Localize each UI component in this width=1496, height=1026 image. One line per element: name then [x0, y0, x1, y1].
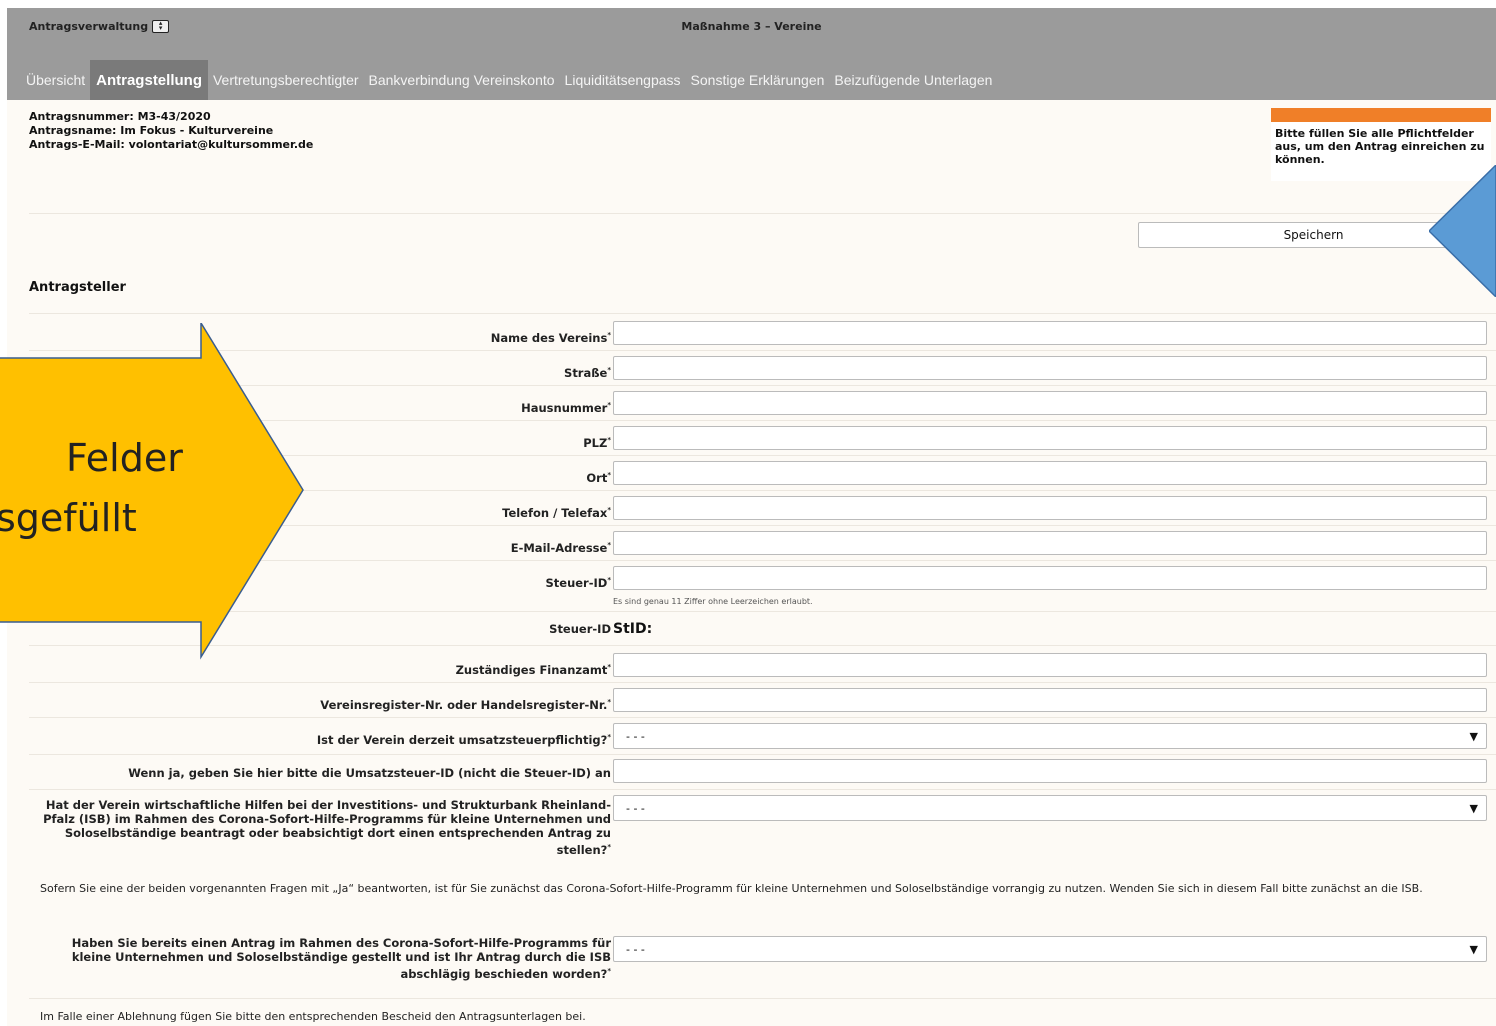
ustid-input[interactable] — [613, 759, 1487, 783]
info-text: Sofern Sie eine der beiden vorgenannten … — [40, 882, 1423, 895]
divider — [29, 313, 1496, 314]
tab-liquiditaetsengpass[interactable]: Liquiditätsengpass — [560, 60, 686, 100]
annotation-arrow-blue — [1429, 165, 1496, 297]
strasse-input[interactable] — [613, 356, 1487, 380]
divider — [29, 789, 1496, 790]
umsatzsteuer-select[interactable]: - - - ▼ — [613, 723, 1487, 749]
divider — [29, 717, 1496, 718]
application-meta: Antragsnummer: M3-43/2020 Antragsname: I… — [29, 110, 313, 152]
annotation-arrow-shape — [0, 323, 304, 660]
steuerid-input[interactable] — [613, 566, 1487, 590]
label-email: E-Mail-Adresse* — [510, 540, 611, 555]
tab-antragstellung[interactable]: Antragstellung — [90, 60, 208, 100]
steuerid-value: StID: — [613, 621, 653, 637]
annotation-text-line2: sgefüllt — [0, 496, 137, 540]
dropdown-caret-icon: ▼ — [1469, 943, 1478, 956]
label-ort: Ort* — [586, 470, 611, 485]
section-title: Antragsteller — [29, 280, 126, 295]
label-ustid: Wenn ja, geben Sie hier bitte die Umsatz… — [128, 766, 611, 780]
tab-sonstige-erklaerungen[interactable]: Sonstige Erklärungen — [686, 60, 830, 100]
annotation-arrow — [0, 323, 304, 660]
notice-bar — [1271, 108, 1491, 122]
divider — [29, 682, 1496, 683]
label-isb-hilfen: Hat der Verein wirtschaftliche Hilfen be… — [43, 798, 611, 857]
main-nav: Übersicht Antragstellung Vertretungsbere… — [7, 60, 1496, 100]
dropdown-caret-icon: ▼ — [1469, 730, 1478, 743]
tab-bankverbindung[interactable]: Bankverbindung Vereinskonto — [364, 60, 560, 100]
application-number: Antragsnummer: M3-43/2020 — [29, 110, 211, 123]
label-antrag-gestellt: Haben Sie bereits einen Antrag im Rahmen… — [71, 936, 611, 981]
label-vereinsname: Name des Vereins* — [490, 330, 611, 345]
label-finanzamt: Zuständiges Finanzamt* — [455, 662, 611, 677]
top-bar: Antragsverwaltung ▴ ▾ Maßnahme 3 – Verein… — [7, 8, 1496, 60]
telefon-input[interactable] — [613, 496, 1487, 520]
label-telefon: Telefon / Telefax* — [502, 505, 611, 520]
label-strasse: Straße* — [564, 365, 611, 380]
tab-uebersicht[interactable]: Übersicht — [21, 60, 90, 100]
tab-beizufuegende-unterlagen[interactable]: Beizufügende Unterlagen — [829, 60, 997, 100]
tab-vertretungsberechtigter[interactable]: Vertretungsberechtigter — [208, 60, 364, 100]
divider — [29, 754, 1496, 755]
vereinsname-input[interactable] — [613, 321, 1487, 345]
finanzamt-input[interactable] — [613, 653, 1487, 677]
dropdown-caret-icon: ▼ — [1469, 802, 1478, 815]
ablehnung-text: Im Falle einer Ablehnung fügen Sie bitte… — [40, 1010, 586, 1023]
select-value: - - - — [626, 729, 645, 743]
divider — [29, 213, 1496, 214]
label-hausnummer: Hausnummer* — [521, 400, 611, 415]
divider — [29, 998, 1496, 999]
hausnummer-input[interactable] — [613, 391, 1487, 415]
ort-input[interactable] — [613, 461, 1487, 485]
register-input[interactable] — [613, 688, 1487, 712]
label-steuerid-static: Steuer-ID — [549, 622, 611, 636]
label-umsatzsteuer: Ist der Verein derzeit umsatzsteuerpflic… — [316, 732, 611, 747]
application-email: Antrags-E-Mail: volontariat@kultursommer… — [29, 138, 314, 151]
label-register: Vereinsregister-Nr. oder Handelsregister… — [320, 697, 611, 712]
application-name: Antragsname: Im Fokus - Kulturvereine — [29, 124, 274, 137]
annotation-arrow-blue-shape — [1429, 165, 1496, 297]
select-value: - - - — [626, 801, 645, 815]
steuerid-hint: Es sind genau 11 Ziffer ohne Leerzeichen… — [613, 597, 813, 606]
isb-hilfen-select[interactable]: - - - ▼ — [613, 795, 1487, 821]
email-input[interactable] — [613, 531, 1487, 555]
select-value: - - - — [626, 942, 645, 956]
label-plz: PLZ* — [583, 435, 611, 450]
plz-input[interactable] — [613, 426, 1487, 450]
annotation-text-line1: Felder — [66, 436, 183, 480]
label-steuerid: Steuer-ID* — [545, 575, 611, 590]
page-title: Maßnahme 3 – Vereine — [681, 20, 822, 33]
antrag-gestellt-select[interactable]: - - - ▼ — [613, 936, 1487, 962]
